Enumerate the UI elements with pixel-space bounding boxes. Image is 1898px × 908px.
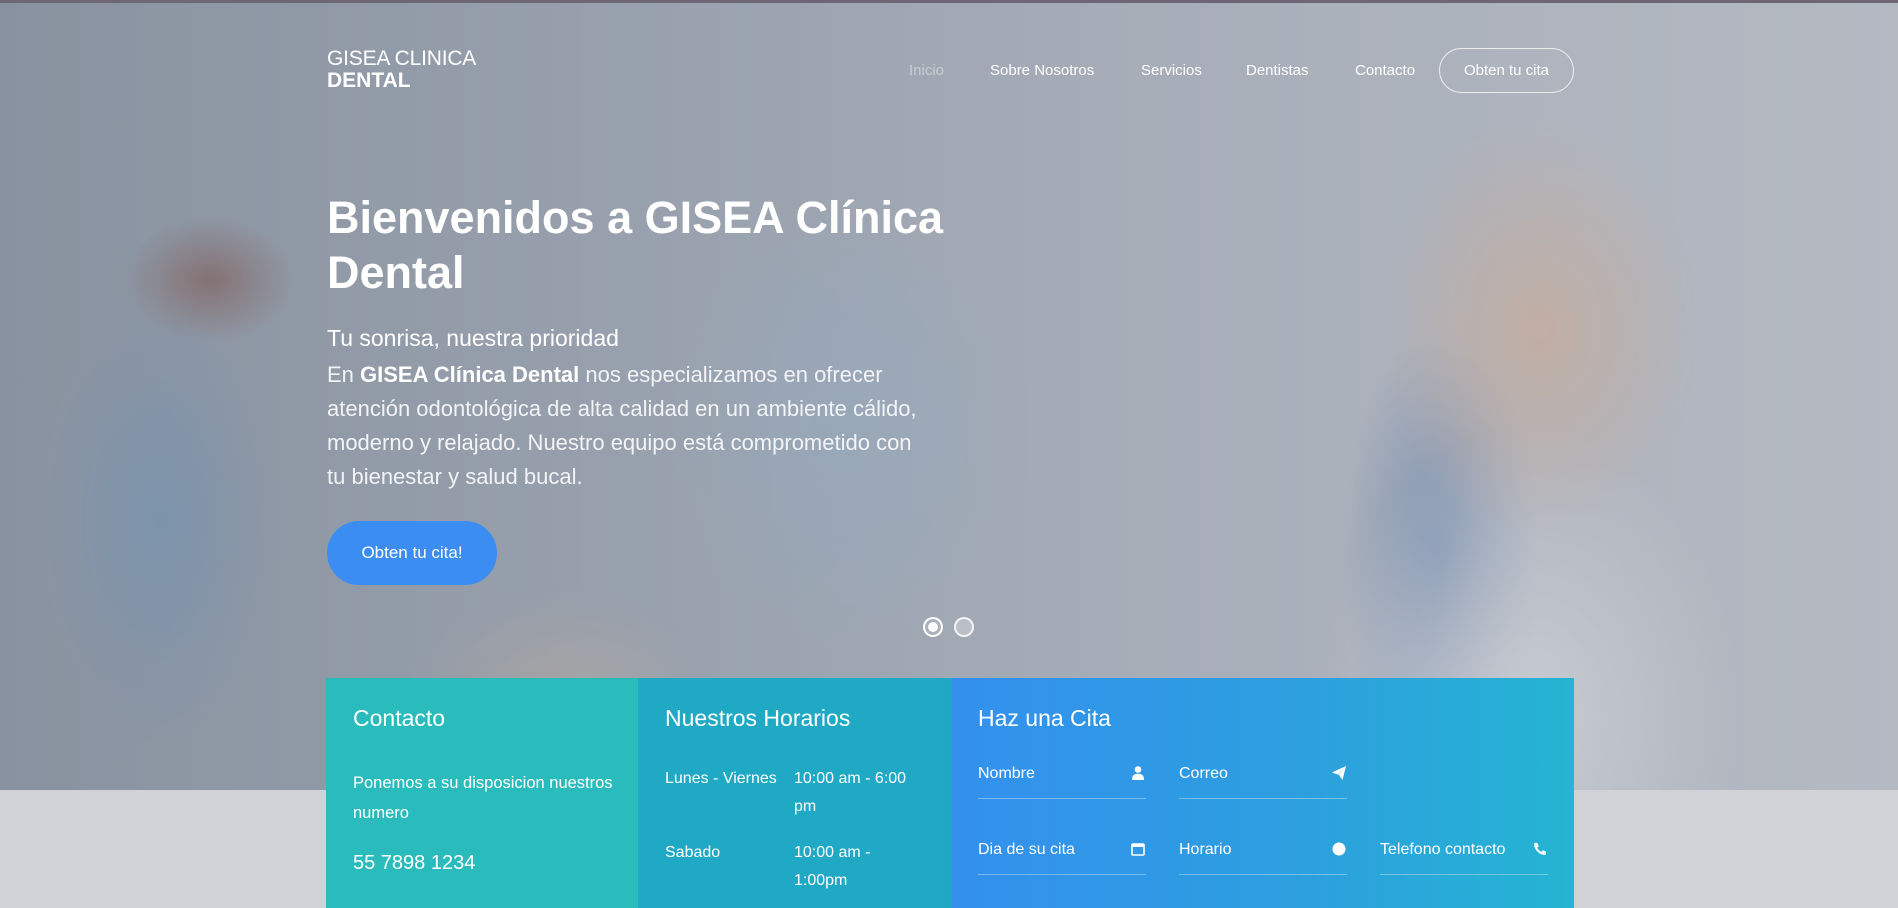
hero-headline: Bienvenidos a GISEA Clínica Dental bbox=[327, 192, 944, 298]
hours-day: Lunes - Viernes bbox=[665, 770, 777, 787]
email-field-label: Correo bbox=[1179, 765, 1228, 782]
phone-icon bbox=[1534, 843, 1546, 855]
calendar-icon bbox=[1131, 843, 1145, 856]
contact-text: Ponemos a su disposicion nuestros numero bbox=[353, 774, 613, 822]
info-panel: Contacto Ponemos a su disposicion nuestr… bbox=[326, 678, 1574, 908]
hours-title: Nuestros Horarios bbox=[665, 705, 851, 731]
time-field-label: Horario bbox=[1179, 841, 1232, 858]
logo-line-1: GISEA CLINICA bbox=[327, 47, 477, 70]
nav-item-servicios[interactable]: Servicios bbox=[1141, 62, 1202, 79]
intro-clinic-name: GISEA Clínica Dental bbox=[360, 362, 580, 387]
contact-box: Contacto Ponemos a su disposicion nuestr… bbox=[326, 678, 638, 908]
email-field[interactable]: Correo bbox=[1179, 755, 1347, 799]
hours-day: Sabado bbox=[665, 844, 721, 861]
nav-item-sobre-nosotros[interactable]: Sobre Nosotros bbox=[990, 62, 1094, 79]
hero-intro: En GISEA Clínica Dental nos especializam… bbox=[327, 358, 917, 494]
site-logo[interactable]: GISEA CLINICA DENTAL bbox=[327, 48, 476, 92]
hours-time: 10:00 am - 1:00pm bbox=[794, 844, 871, 889]
contact-title: Contacto bbox=[353, 705, 446, 731]
clock-icon bbox=[1332, 842, 1346, 856]
nav-appointment-button[interactable]: Obten tu cita bbox=[1439, 48, 1574, 93]
name-field[interactable]: Nombre bbox=[978, 755, 1146, 799]
phone-field-label: Telefono contacto bbox=[1380, 841, 1506, 858]
hours-box: Nuestros Horarios Lunes - Viernes 10:00 … bbox=[638, 678, 951, 908]
user-icon bbox=[1132, 766, 1144, 780]
time-field[interactable]: Horario bbox=[1179, 831, 1347, 875]
phone-field[interactable]: Telefono contacto bbox=[1380, 831, 1548, 875]
hero-subhead: Tu sonrisa, nuestra prioridad bbox=[327, 325, 619, 351]
nav-item-contacto[interactable]: Contacto bbox=[1355, 62, 1415, 79]
name-field-label: Nombre bbox=[978, 765, 1035, 782]
date-field[interactable]: Dia de su cita bbox=[978, 831, 1146, 875]
nav-item-inicio[interactable]: Inicio bbox=[909, 62, 944, 79]
hours-time: 10:00 am - 6:00 pm bbox=[794, 770, 907, 815]
appointment-box: Haz una Cita Nombre Correo Dia de su cit… bbox=[951, 678, 1574, 908]
hero-appointment-button[interactable]: Obten tu cita! bbox=[327, 521, 497, 585]
date-field-label: Dia de su cita bbox=[978, 841, 1075, 858]
intro-prefix: En bbox=[327, 362, 361, 387]
logo-line-2: DENTAL bbox=[327, 69, 411, 92]
appointment-title: Haz una Cita bbox=[978, 705, 1111, 731]
slider-dot-1[interactable] bbox=[923, 617, 943, 637]
paper-plane-icon bbox=[1332, 766, 1346, 780]
contact-phone[interactable]: 55 7898 1234 bbox=[353, 852, 475, 875]
page: GISEA CLINICA DENTAL Inicio Sobre Nosotr… bbox=[0, 0, 1898, 908]
top-rule bbox=[0, 0, 1898, 3]
nav-item-dentistas[interactable]: Dentistas bbox=[1246, 62, 1309, 79]
slider-dot-2[interactable] bbox=[954, 617, 974, 637]
